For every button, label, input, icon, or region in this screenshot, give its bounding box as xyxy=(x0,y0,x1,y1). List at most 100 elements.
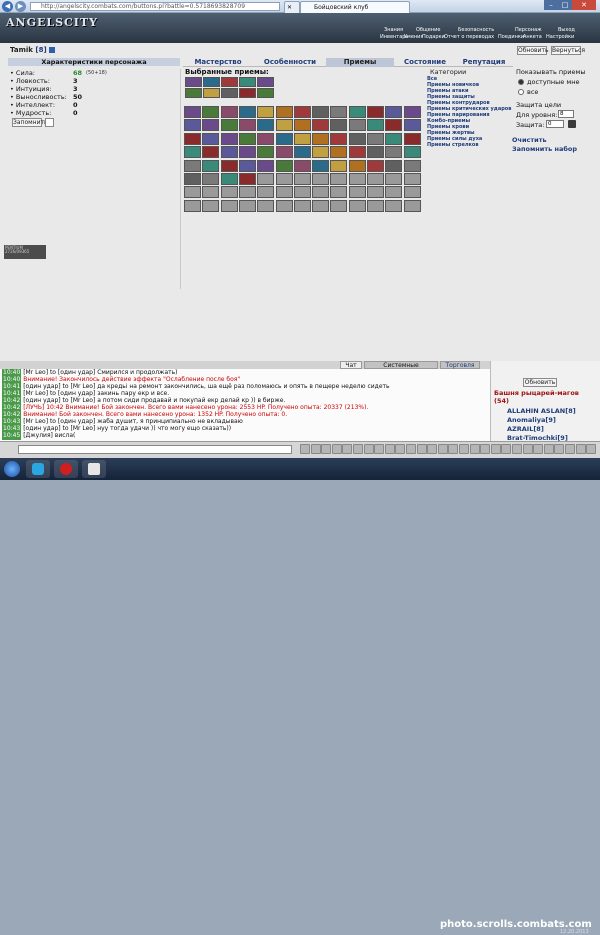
technique-icon[interactable] xyxy=(238,159,256,172)
technique-icon[interactable] xyxy=(275,146,293,159)
menu-transfers[interactable]: Отчет о переводах xyxy=(444,34,494,40)
technique-icon[interactable] xyxy=(348,146,366,159)
active-tab[interactable]: Бойцовский клуб xyxy=(300,1,410,13)
selected-technique-slot[interactable] xyxy=(203,77,220,87)
selected-technique-slot[interactable] xyxy=(257,77,274,87)
toolbar-button[interactable] xyxy=(374,444,385,454)
toolbar-button[interactable] xyxy=(480,444,491,454)
technique-icon[interactable] xyxy=(403,119,421,132)
technique-icon[interactable] xyxy=(202,159,220,172)
clear-link[interactable]: Очистить xyxy=(512,136,547,144)
technique-icon[interactable] xyxy=(184,173,201,185)
toolbar-button[interactable] xyxy=(331,444,342,454)
technique-icon[interactable] xyxy=(385,106,403,118)
selected-technique-slot[interactable] xyxy=(221,77,238,87)
technique-icon[interactable] xyxy=(403,199,421,212)
technique-icon[interactable] xyxy=(312,186,330,199)
chat-input[interactable] xyxy=(18,445,292,454)
tab-techniques[interactable]: Приемы xyxy=(326,58,394,67)
technique-icon[interactable] xyxy=(403,186,421,199)
technique-icon[interactable] xyxy=(403,159,421,172)
minimize-icon[interactable]: – xyxy=(544,0,558,10)
technique-icon[interactable] xyxy=(257,146,275,159)
technique-icon[interactable] xyxy=(293,159,311,172)
technique-icon[interactable] xyxy=(367,199,384,212)
selected-technique-slot[interactable] xyxy=(239,88,256,98)
maximize-icon[interactable]: □ xyxy=(558,0,572,10)
technique-icon[interactable] xyxy=(385,173,403,185)
radio-available[interactable] xyxy=(518,79,524,85)
technique-icon[interactable] xyxy=(348,199,366,212)
menu-security[interactable]: Безопасность xyxy=(458,27,494,33)
technique-icon[interactable] xyxy=(385,199,403,212)
toolbar-button[interactable] xyxy=(459,444,469,454)
technique-icon[interactable] xyxy=(184,146,201,159)
technique-icon[interactable] xyxy=(238,186,256,199)
inactive-tab[interactable]: ✕ xyxy=(284,1,300,13)
technique-icon[interactable] xyxy=(367,159,384,172)
technique-icon[interactable] xyxy=(312,146,330,159)
forward-arrow-icon[interactable]: ▶ xyxy=(15,1,26,12)
technique-icon[interactable] xyxy=(184,186,201,199)
toolbar-button[interactable] xyxy=(575,444,586,454)
start-button-icon[interactable] xyxy=(4,461,20,477)
selected-technique-slot[interactable] xyxy=(203,88,220,98)
tab-system-messages[interactable]: Системные сообщения xyxy=(364,361,438,377)
technique-icon[interactable] xyxy=(403,146,421,159)
technique-icon[interactable] xyxy=(220,119,238,132)
technique-icon[interactable] xyxy=(330,159,348,172)
toolbar-button[interactable] xyxy=(448,444,459,454)
back-button[interactable]: Вернуться xyxy=(551,46,585,55)
technique-icon[interactable] xyxy=(385,119,403,132)
technique-icon[interactable] xyxy=(220,186,238,199)
technique-icon[interactable] xyxy=(367,186,384,199)
technique-icon[interactable] xyxy=(367,119,384,132)
technique-icon[interactable] xyxy=(184,159,201,172)
technique-icon[interactable] xyxy=(293,199,311,212)
technique-icon[interactable] xyxy=(385,132,403,145)
technique-icon[interactable] xyxy=(293,173,311,185)
technique-icon[interactable] xyxy=(385,159,403,172)
protection-input[interactable]: 0 xyxy=(546,120,564,128)
toolbar-button[interactable] xyxy=(395,444,406,454)
technique-icon[interactable] xyxy=(330,106,348,118)
toolbar-button[interactable] xyxy=(565,444,575,454)
technique-icon[interactable] xyxy=(257,186,275,199)
technique-icon[interactable] xyxy=(293,186,311,199)
selected-technique-slot[interactable] xyxy=(185,88,202,98)
toolbar-button[interactable] xyxy=(522,444,533,454)
technique-icon[interactable] xyxy=(220,132,238,145)
online-user[interactable]: ALLAHIN ASLAN[8] xyxy=(507,407,576,415)
technique-icon[interactable] xyxy=(348,173,366,185)
technique-icon[interactable] xyxy=(403,173,421,185)
technique-icon[interactable] xyxy=(184,119,201,132)
menu-skills[interactable]: Умения xyxy=(404,34,423,40)
technique-icon[interactable] xyxy=(367,146,384,159)
close-icon[interactable]: ✕ xyxy=(572,0,596,10)
online-user[interactable]: AZRAIL[8] xyxy=(507,425,544,433)
toolbar-button[interactable] xyxy=(490,444,501,454)
technique-icon[interactable] xyxy=(312,199,330,212)
chat-time[interactable]: 10:45 xyxy=(2,432,22,440)
technique-icon[interactable] xyxy=(348,186,366,199)
technique-icon[interactable] xyxy=(238,132,256,145)
toolbar-button[interactable] xyxy=(363,444,374,454)
back-arrow-icon[interactable]: ◀ xyxy=(2,1,13,12)
technique-icon[interactable] xyxy=(293,132,311,145)
toolbar-button[interactable] xyxy=(321,444,332,454)
technique-icon[interactable] xyxy=(202,119,220,132)
technique-icon[interactable] xyxy=(275,186,293,199)
toolbar-button[interactable] xyxy=(427,444,438,454)
update-button[interactable]: Обновить xyxy=(517,46,548,55)
technique-icon[interactable] xyxy=(330,186,348,199)
technique-icon[interactable] xyxy=(202,199,220,212)
technique-icon[interactable] xyxy=(220,173,238,185)
tab-reputation[interactable]: Репутация xyxy=(455,58,513,67)
menu-battles[interactable]: Поединки xyxy=(498,34,524,40)
technique-icon[interactable] xyxy=(275,199,293,212)
technique-icon[interactable] xyxy=(403,106,421,118)
tab-features[interactable]: Особенности xyxy=(255,58,325,67)
toolbar-button[interactable] xyxy=(586,444,597,454)
toolbar-button[interactable] xyxy=(416,444,427,454)
technique-icon[interactable] xyxy=(312,106,330,118)
